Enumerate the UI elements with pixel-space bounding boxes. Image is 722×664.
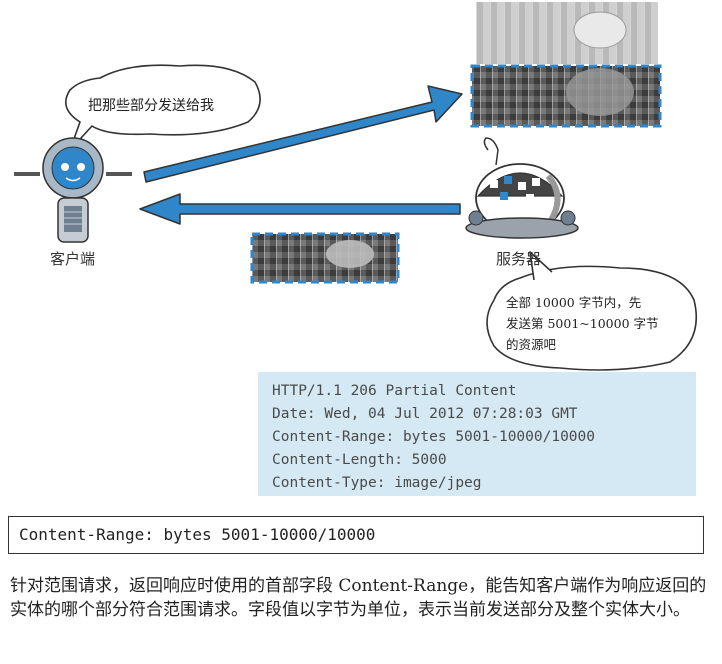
response-arrow	[139, 193, 461, 225]
client-robot-icon	[14, 137, 132, 243]
server-label: 服务器	[496, 250, 542, 268]
server-bubble-line-2: 发送第 5001~10000 字节	[506, 316, 659, 331]
server-bubble-line-1: 全部 10000 字节内，先	[506, 295, 642, 310]
client-bubble-text: 把那些部分发送给我	[88, 98, 214, 114]
http-date-header: Date: Wed, 04 Jul 2012 07:28:03 GMT	[272, 406, 578, 422]
header-field-box: Content-Range: bytes 5001-10000/10000	[8, 516, 704, 554]
description-text: 针对范围请求，返回响应时使用的首部字段 Content-Range，能告知客户端…	[10, 576, 707, 620]
client-label: 客户端	[50, 250, 96, 268]
server-bubble-line-3: 的资源吧	[506, 337, 557, 352]
http-response-box: HTTP/1.1 206 Partial Content Date: Wed, …	[258, 372, 696, 496]
server-bubble-text: 全部 10000 字节内，先 发送第 5001~10000 字节 的资源吧	[506, 292, 696, 355]
server-robot-icon	[465, 137, 579, 239]
http-content-range-header: Content-Range: bytes 5001-10000/10000	[272, 429, 596, 445]
http-content-length-header: Content-Length: 5000	[272, 452, 447, 468]
http-status-line: HTTP/1.1 206 Partial Content	[272, 383, 517, 399]
transferred-image-part	[250, 232, 400, 284]
http-content-type-header: Content-Type: image/jpeg	[272, 475, 482, 491]
full-image	[476, 2, 658, 64]
requested-image-part	[470, 64, 662, 128]
